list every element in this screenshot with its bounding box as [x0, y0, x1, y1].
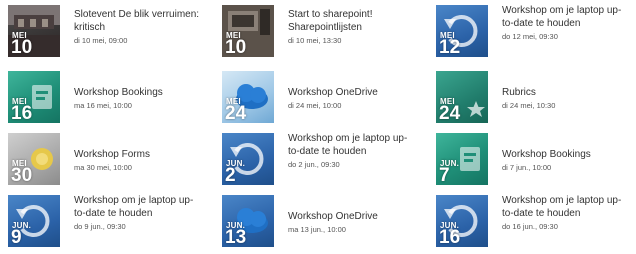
event-card[interactable]: MEI 30 Workshop Forms ma 30 mei, 10:00 — [0, 128, 214, 190]
event-card[interactable]: MEI 10 Slotevent De blik verruimen: kritis… — [0, 0, 214, 66]
event-date: ma 30 mei, 10:00 — [74, 163, 132, 172]
event-date: do 12 mei, 09:30 — [502, 32, 558, 41]
event-date: di 7 jun., 10:00 — [502, 163, 552, 172]
event-day: 13 — [225, 227, 247, 247]
event-date: ma 13 jun., 10:00 — [288, 225, 346, 234]
event-title[interactable]: Workshop OneDrive — [288, 86, 416, 99]
event-title[interactable]: Workshop Forms — [74, 148, 202, 161]
event-day: 24 — [439, 103, 461, 123]
event-text: Workshop OneDrive di 24 mei, 10:00 — [288, 86, 416, 111]
event-thumbnail[interactable]: MEI 10 — [222, 5, 274, 57]
event-thumbnail[interactable]: MEI 10 — [8, 5, 60, 57]
event-thumbnail[interactable]: MEI 30 — [8, 133, 60, 185]
event-day: 10 — [11, 37, 33, 57]
event-thumbnail[interactable]: JUN. 2 — [222, 133, 274, 185]
event-date: di 10 mei, 09:00 — [74, 36, 128, 45]
event-card[interactable]: MEI 12 Workshop om je laptop up-to-date te… — [428, 0, 636, 66]
event-thumbnail[interactable]: MEI 24 — [436, 71, 488, 123]
event-title[interactable]: Workshop om je laptop up-to-date te houd… — [502, 194, 630, 220]
event-text: Rubrics di 24 mei, 10:30 — [502, 86, 630, 111]
event-day: 7 — [439, 165, 450, 185]
event-text: Slotevent De blik verruimen: kritisch di … — [74, 8, 202, 46]
event-thumbnail[interactable]: MEI 12 — [436, 5, 488, 57]
event-card[interactable]: MEI 16 Workshop Bookings ma 16 mei, 10:00 — [0, 66, 214, 128]
event-title[interactable]: Workshop OneDrive — [288, 210, 416, 223]
event-title[interactable]: Workshop om je laptop up-to-date te houd… — [288, 132, 416, 158]
event-text: Workshop Bookings ma 16 mei, 10:00 — [74, 86, 202, 111]
event-card[interactable]: JUN. 16 Workshop om je laptop up-to-date t… — [428, 190, 636, 254]
event-text: Workshop Bookings di 7 jun., 10:00 — [502, 148, 630, 173]
event-thumbnail[interactable]: JUN. 9 — [8, 195, 60, 247]
event-title[interactable]: Slotevent De blik verruimen: kritisch — [74, 8, 202, 34]
event-thumbnail[interactable]: MEI 24 — [222, 71, 274, 123]
event-text: Workshop om je laptop up-to-date te houd… — [502, 4, 630, 42]
event-date: di 10 mei, 13:30 — [288, 36, 342, 45]
event-day: 10 — [225, 37, 247, 57]
event-date: do 2 jun., 09:30 — [288, 160, 340, 169]
event-day: 2 — [225, 165, 236, 185]
event-thumbnail[interactable]: JUN. 16 — [436, 195, 488, 247]
event-date: di 24 mei, 10:00 — [288, 101, 342, 110]
event-text: Workshop Forms ma 30 mei, 10:00 — [74, 148, 202, 173]
event-card[interactable]: MEI 24 Rubrics di 24 mei, 10:30 — [428, 66, 636, 128]
event-date: do 16 jun., 09:30 — [502, 222, 558, 231]
event-title[interactable]: Workshop Bookings — [74, 86, 202, 99]
event-card[interactable]: JUN. 2 Workshop om je laptop up-to-date te… — [214, 128, 428, 190]
event-date: ma 16 mei, 10:00 — [74, 101, 132, 110]
event-card[interactable]: JUN. 9 Workshop om je laptop up-to-date te… — [0, 190, 214, 254]
event-thumbnail[interactable]: JUN. 13 — [222, 195, 274, 247]
event-date: do 9 jun., 09:30 — [74, 222, 126, 231]
event-title[interactable]: Rubrics — [502, 86, 630, 99]
event-day: 30 — [11, 165, 33, 185]
event-title[interactable]: Workshop om je laptop up-to-date te houd… — [502, 4, 630, 30]
event-thumbnail[interactable]: JUN. 7 — [436, 133, 488, 185]
event-thumbnail[interactable]: MEI 16 — [8, 71, 60, 123]
event-card[interactable]: MEI 24 Workshop OneDrive di 24 mei, 10:00 — [214, 66, 428, 128]
event-title[interactable]: Workshop Bookings — [502, 148, 630, 161]
event-title[interactable]: Workshop om je laptop up-to-date te houd… — [74, 194, 202, 220]
event-day: 16 — [11, 103, 33, 123]
event-title[interactable]: Start to sharepoint! Sharepointlijsten — [288, 8, 416, 34]
event-date: di 24 mei, 10:30 — [502, 101, 556, 110]
event-card[interactable]: JUN. 13 Workshop OneDrive ma 13 jun., 10:00 — [214, 190, 428, 254]
event-text: Workshop om je laptop up-to-date te houd… — [502, 194, 630, 232]
events-grid: MEI 10 Slotevent De blik verruimen: kritis… — [0, 0, 636, 254]
event-day: 16 — [439, 227, 461, 247]
event-text: Workshop om je laptop up-to-date te houd… — [74, 194, 202, 232]
event-text: Workshop OneDrive ma 13 jun., 10:00 — [288, 210, 416, 235]
event-card[interactable]: MEI 10 Start to sharepoint! Sharepointlijs… — [214, 0, 428, 66]
event-day: 9 — [11, 227, 22, 247]
event-card[interactable]: JUN. 7 Workshop Bookings di 7 jun., 10:00 — [428, 128, 636, 190]
event-text: Workshop om je laptop up-to-date te houd… — [288, 132, 416, 170]
event-day: 24 — [225, 103, 247, 123]
event-text: Start to sharepoint! Sharepointlijsten di… — [288, 8, 416, 46]
event-day: 12 — [439, 37, 461, 57]
